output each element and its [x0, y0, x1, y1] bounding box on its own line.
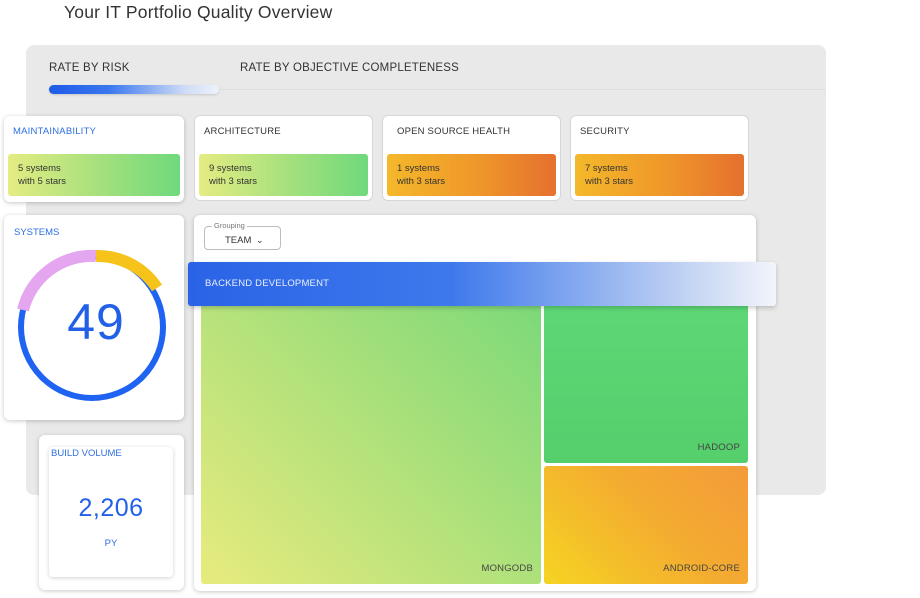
build-volume-value: 2,206: [78, 494, 144, 522]
category-systems-count: 9 systems: [209, 163, 252, 174]
group-label: BACKEND DEVELOPMENT: [205, 278, 330, 289]
category-stars: with 3 stars: [585, 176, 634, 187]
treemap-tile-hadoop[interactable]: HADOOP: [544, 282, 748, 463]
build-volume-unit: PY: [104, 538, 118, 549]
systems-label: SYSTEMS: [14, 227, 60, 238]
systems-count: 49: [67, 294, 125, 350]
category-stars: with 3 stars: [209, 176, 258, 187]
category-summary[interactable]: 5 systems with 5 stars: [8, 154, 180, 196]
category-card-architecture[interactable]: ARCHITECTURE 9 systems with 3 stars: [194, 115, 373, 201]
build-volume-inner: BUILD VOLUME 2,206 PY: [49, 447, 173, 577]
category-summary[interactable]: 1 systems with 3 stars: [387, 154, 556, 196]
category-systems-count: 1 systems: [397, 163, 440, 174]
category-title: MAINTAINABILITY: [13, 126, 97, 137]
build-volume-label: BUILD VOLUME: [51, 448, 122, 459]
grouping-legend: Grouping: [212, 221, 247, 230]
category-stars: with 5 stars: [18, 176, 67, 187]
systems-card[interactable]: SYSTEMS 49: [4, 215, 184, 420]
treemap-group-backend-development[interactable]: BACKEND DEVELOPMENT: [188, 262, 776, 306]
gauge-segment-yellow: [95, 249, 163, 292]
grouping-select[interactable]: Grouping TEAM ⌄: [204, 221, 281, 250]
category-systems-count: 7 systems: [585, 163, 628, 174]
category-systems-count: 5 systems: [18, 163, 61, 174]
category-stars: with 3 stars: [397, 176, 446, 187]
category-title: OPEN SOURCE HEALTH: [397, 126, 511, 137]
category-card-open-source-health[interactable]: OPEN SOURCE HEALTH 1 systems with 3 star…: [382, 115, 561, 201]
category-summary[interactable]: 7 systems with 3 stars: [575, 154, 744, 196]
build-volume-card[interactable]: BUILD VOLUME 2,206 PY: [39, 435, 184, 590]
tile-label: MONGODB: [481, 563, 533, 574]
treemap-tile-mongodb[interactable]: MONGODB: [201, 282, 541, 584]
chevron-down-icon: ⌄: [256, 235, 264, 245]
category-title: ARCHITECTURE: [204, 126, 281, 137]
tile-label: HADOOP: [697, 442, 740, 453]
grouping-value: TEAM: [225, 235, 252, 246]
tab-rate-by-risk[interactable]: RATE BY RISK: [49, 62, 130, 74]
tile-label: ANDROID-CORE: [663, 563, 740, 574]
category-summary[interactable]: 9 systems with 3 stars: [199, 154, 368, 196]
page-title: Your IT Portfolio Quality Overview: [64, 2, 333, 22]
active-tab-indicator: [49, 85, 219, 94]
treemap-tile-android-core[interactable]: ANDROID-CORE: [544, 466, 748, 584]
category-title: SECURITY: [580, 126, 630, 137]
tab-rate-by-objective-completeness[interactable]: RATE BY OBJECTIVE COMPLETENESS: [240, 62, 459, 74]
category-card-security[interactable]: SECURITY 7 systems with 3 stars: [570, 115, 749, 201]
category-card-maintainability[interactable]: MAINTAINABILITY 5 systems with 5 stars: [4, 116, 184, 202]
